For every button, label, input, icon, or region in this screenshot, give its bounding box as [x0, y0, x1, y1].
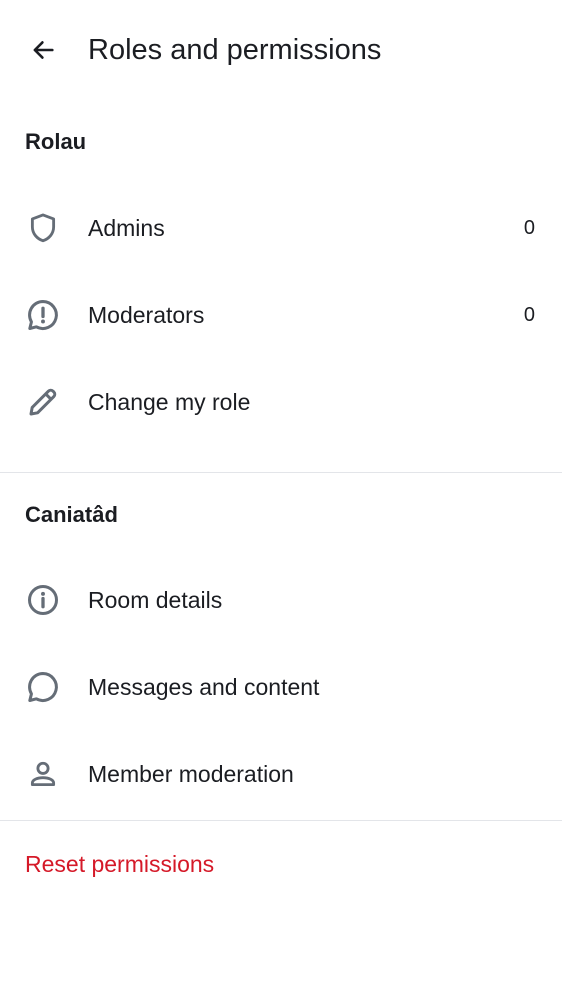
arrow-left-icon [29, 36, 57, 64]
top-app-bar: Roles and permissions [0, 0, 562, 100]
chat-bubble-icon [24, 668, 62, 706]
row-room-details[interactable]: Room details [0, 557, 562, 644]
row-label: Messages and content [88, 674, 320, 700]
row-moderators[interactable]: Moderators 0 [0, 272, 562, 359]
back-button[interactable] [20, 27, 66, 73]
row-label: Change my role [88, 389, 251, 415]
row-label: Room details [88, 587, 223, 613]
row-label: Admins [88, 215, 165, 241]
pencil-icon [24, 383, 62, 421]
info-icon [24, 581, 62, 619]
section-divider [0, 472, 562, 473]
row-change-my-role[interactable]: Change my role [0, 359, 562, 446]
page-title: Roles and permissions [88, 34, 382, 66]
row-messages-and-content[interactable]: Messages and content [0, 644, 562, 731]
row-admins[interactable]: Admins 0 [0, 185, 562, 272]
user-icon [24, 755, 62, 793]
chat-alert-icon [24, 296, 62, 334]
moderators-count: 0 [523, 304, 535, 326]
row-label: Member moderation [88, 761, 294, 787]
admins-count: 0 [523, 217, 535, 239]
section-header-permissions: Caniatâd [25, 502, 118, 527]
reset-permissions-button[interactable]: Reset permissions [25, 848, 214, 880]
row-member-moderation[interactable]: Member moderation [0, 731, 562, 818]
section-header-roles: Rolau [25, 129, 87, 154]
row-label: Moderators [88, 302, 205, 328]
shield-icon [24, 209, 62, 247]
section-divider [0, 820, 562, 821]
